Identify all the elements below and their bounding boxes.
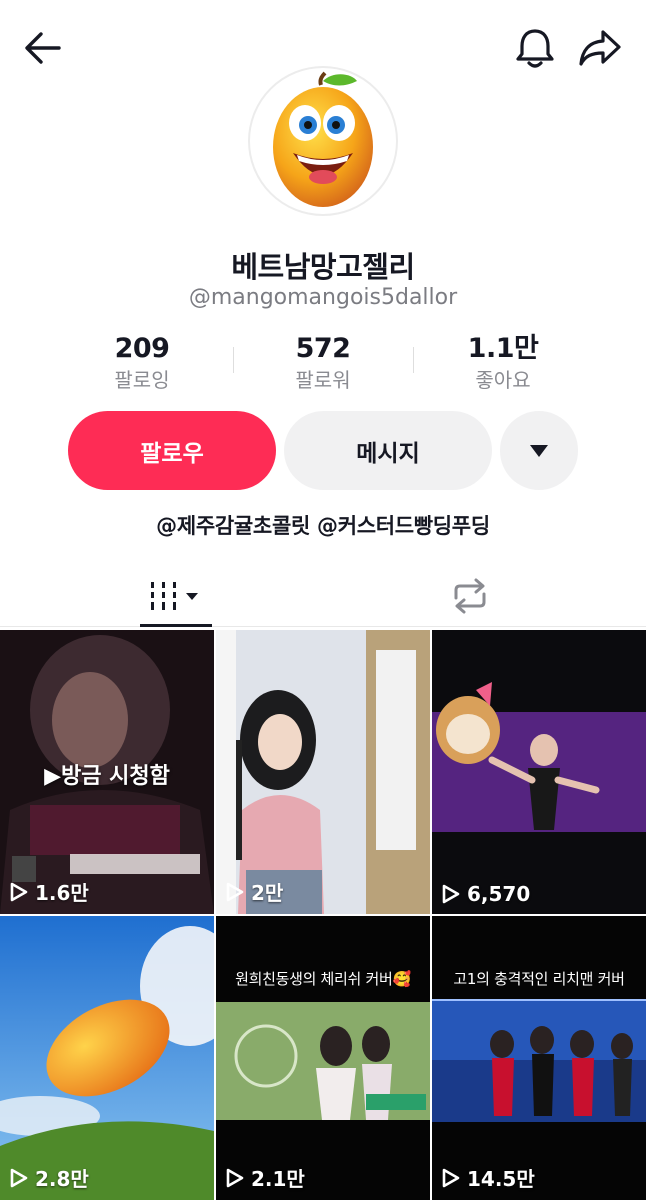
- profile-bio: @제주감귤초콜릿 @커스터드빵딩푸딩: [156, 514, 490, 538]
- video-tile[interactable]: 고1의 충격적인 리치맨 커버 14.5만: [432, 916, 646, 1200]
- video-caption: 고1의 충격적인 리치맨 커버: [453, 970, 625, 988]
- play-icon: [226, 1168, 244, 1187]
- video-view-count: 1.6만: [35, 881, 89, 905]
- arrow-left-icon[interactable]: [18, 26, 68, 70]
- video-thumbnail: [432, 916, 646, 1200]
- video-views: 1.6만: [10, 877, 89, 906]
- stat-followers-value: 572: [295, 333, 351, 364]
- active-tab-indicator: [140, 624, 212, 627]
- play-icon: [226, 882, 244, 901]
- video-views: 2만: [226, 877, 283, 906]
- video-thumbnail: [216, 916, 430, 1200]
- video-view-count: 2만: [251, 881, 284, 905]
- video-thumbnail: [216, 630, 430, 914]
- profile-username: @mangomangois5dallor: [188, 285, 458, 310]
- share-icon[interactable]: [574, 24, 626, 72]
- play-icon: [10, 882, 28, 901]
- caret-down-icon: [530, 444, 548, 457]
- video-tile[interactable]: 2만: [216, 630, 430, 914]
- video-view-count: 2.1만: [251, 1167, 305, 1191]
- stat-followers-label: 팔로워: [295, 368, 351, 392]
- video-view-count: 14.5만: [467, 1167, 535, 1191]
- tab-reposts[interactable]: [432, 566, 508, 626]
- mango-avatar-image: [273, 71, 373, 207]
- play-icon: [10, 1168, 28, 1187]
- video-grid: ▶방금 시청함 1.6만 2만 6,570 2.8만 원희친동생의 체리쉬 커버…: [0, 630, 646, 1200]
- video-tile[interactable]: 원희친동생의 체리쉬 커버🥰 2.1만: [216, 916, 430, 1200]
- video-caption: 원희친동생의 체리쉬 커버🥰: [235, 970, 411, 988]
- repost-icon: [454, 578, 486, 614]
- video-tile[interactable]: 6,570: [432, 630, 646, 914]
- profile-nickname: 베트남망고젤리: [231, 250, 415, 284]
- recently-watched-badge: ▶방금 시청함: [44, 764, 170, 789]
- more-options-button[interactable]: [500, 411, 578, 490]
- stat-likes[interactable]: 1.1만 좋아요: [413, 332, 593, 394]
- play-icon: [442, 884, 460, 904]
- avatar[interactable]: [248, 66, 398, 216]
- stat-followers[interactable]: 572 팔로워: [233, 332, 413, 394]
- video-views: 2.1만: [226, 1163, 305, 1192]
- video-views: 6,570: [442, 882, 530, 906]
- video-views: 2.8만: [10, 1163, 89, 1192]
- message-button[interactable]: 메시지: [284, 411, 492, 490]
- video-thumbnail: [0, 916, 214, 1200]
- stat-following-value: 209: [114, 333, 170, 364]
- grid-bars-icon: [151, 582, 198, 610]
- stat-following[interactable]: 209 팔로잉: [52, 332, 232, 394]
- video-thumbnail: [432, 630, 646, 914]
- stat-following-label: 팔로잉: [114, 368, 170, 392]
- bell-icon[interactable]: [510, 24, 560, 72]
- tab-videos[interactable]: [140, 566, 212, 626]
- tab-separator-line: [0, 626, 646, 627]
- stat-likes-label: 좋아요: [475, 368, 531, 392]
- stat-likes-value: 1.1만: [467, 333, 539, 364]
- video-tile[interactable]: ▶방금 시청함 1.6만: [0, 630, 214, 914]
- play-icon: [442, 1168, 460, 1187]
- video-view-count: 6,570: [467, 882, 531, 906]
- video-tile[interactable]: 2.8만: [0, 916, 214, 1200]
- video-view-count: 2.8만: [35, 1167, 89, 1191]
- video-views: 14.5만: [442, 1163, 535, 1192]
- follow-button[interactable]: 팔로우: [68, 411, 276, 490]
